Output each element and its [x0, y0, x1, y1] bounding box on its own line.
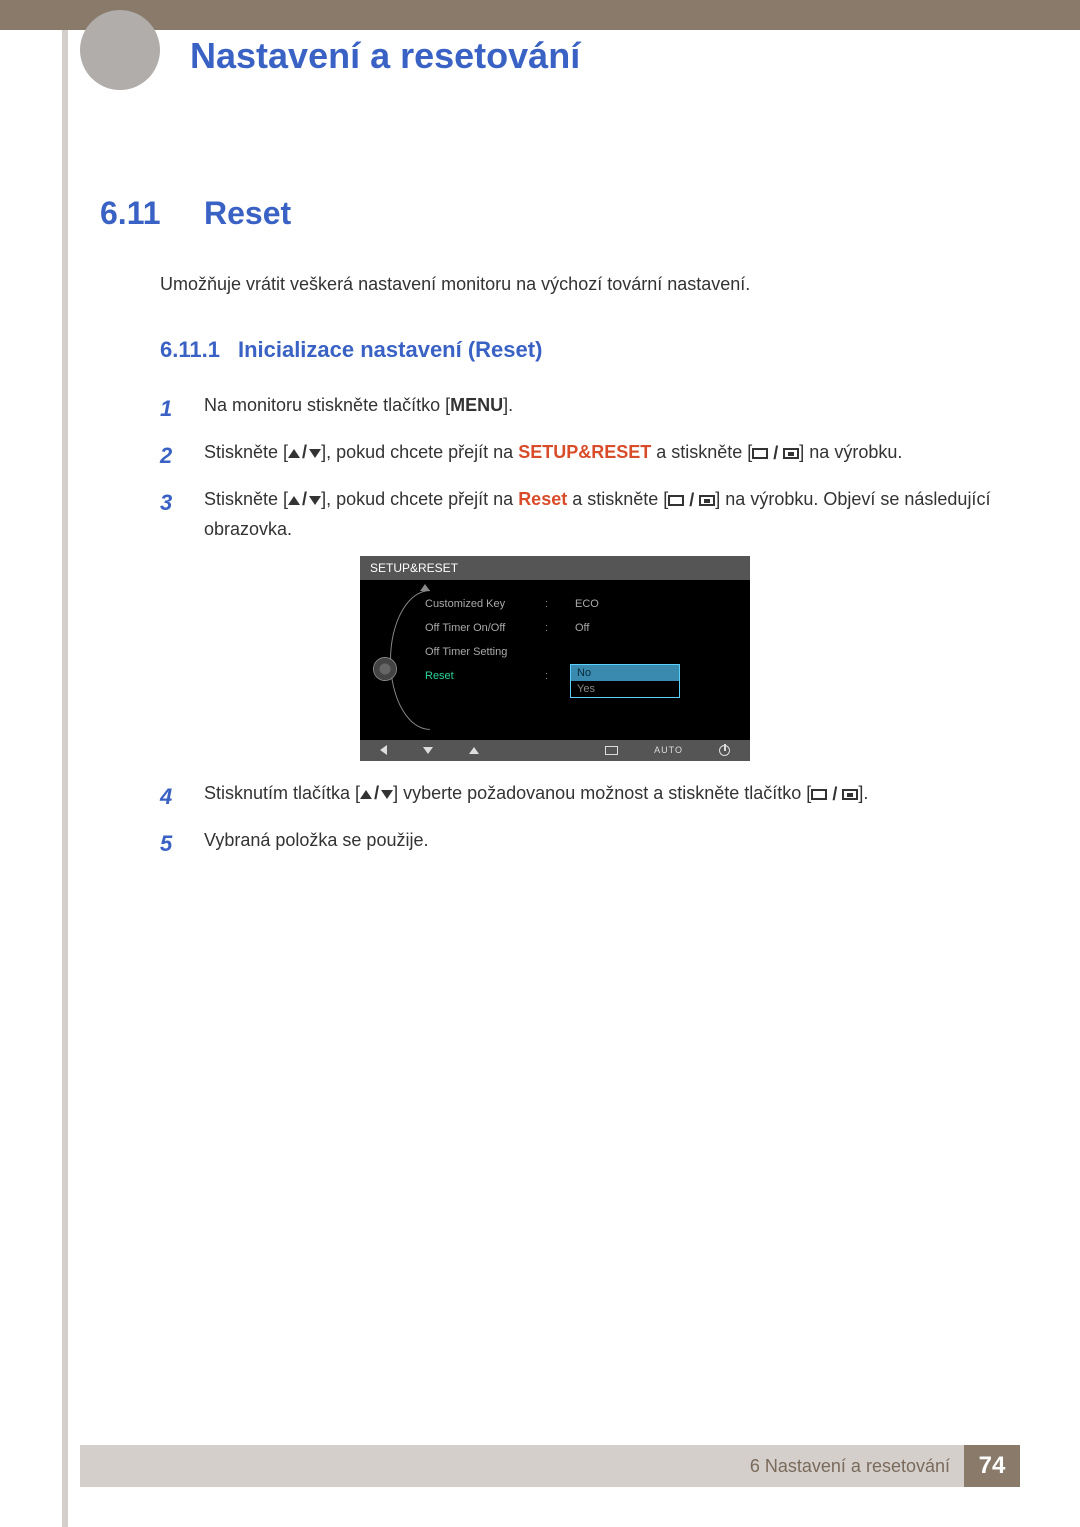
text: ] na výrobku. — [799, 442, 902, 462]
arrow-down-icon — [381, 790, 393, 799]
osd-label: Off Timer Setting — [425, 646, 545, 658]
osd-sep — [545, 646, 575, 658]
subsection-title: Inicializace nastavení (Reset) — [238, 337, 542, 363]
chapter-badge-icon — [80, 10, 160, 90]
osd-panel: SETUP&RESET Customized Key : ECO — [360, 556, 750, 761]
arrow-up-icon — [288, 496, 300, 505]
step-4: 4 Stisknutím tlačítka [/] vyberte požado… — [160, 779, 1000, 814]
osd-label: Customized Key — [425, 598, 545, 610]
subsection-heading: 6.11.1 Inicializace nastavení (Reset) — [160, 337, 1000, 363]
rect-icon — [811, 789, 827, 800]
step-number: 5 — [160, 826, 184, 861]
rect-in-icon — [783, 448, 799, 459]
arrow-down-icon — [309, 496, 321, 505]
step-text: Stisknutím tlačítka [/] vyberte požadova… — [204, 779, 1000, 814]
osd-footer: AUTO — [360, 740, 750, 761]
osd-sep: : — [545, 670, 575, 682]
rect-in-icon — [842, 789, 858, 800]
chapter-title: Nastavení a resetování — [190, 35, 580, 77]
steps-list: 1 Na monitoru stiskněte tlačítko [MENU].… — [160, 391, 1000, 861]
enter-button-icon — [605, 746, 618, 755]
step-number: 1 — [160, 391, 184, 426]
text: ]. — [503, 395, 513, 415]
step-text: Vybraná položka se použije. — [204, 826, 1000, 861]
rect-icon — [668, 495, 684, 506]
arrow-up-icon — [288, 449, 300, 458]
osd-label-reset: Reset — [425, 670, 545, 682]
section-title: Reset — [204, 195, 291, 232]
osd-screenshot: SETUP&RESET Customized Key : ECO — [360, 556, 750, 761]
osd-value: Off — [575, 622, 589, 634]
text: ]. — [858, 783, 868, 803]
osd-left — [360, 580, 415, 740]
text: Stiskněte [ — [204, 442, 288, 462]
top-bar — [0, 0, 1080, 30]
step-1: 1 Na monitoru stiskněte tlačítko [MENU]. — [160, 391, 1000, 426]
page-number: 74 — [964, 1445, 1020, 1487]
osd-row: Off Timer Setting — [425, 640, 750, 664]
osd-body: Customized Key : ECO Off Timer On/Off : … — [360, 580, 750, 740]
osd-sep: : — [545, 598, 575, 610]
osd-row: Customized Key : ECO — [425, 592, 750, 616]
text: ], pokud chcete přejít na — [321, 442, 518, 462]
up-button-icon — [469, 747, 479, 754]
arrow-down-icon — [309, 449, 321, 458]
osd-label: Off Timer On/Off — [425, 622, 545, 634]
side-bar — [62, 30, 68, 1527]
rect-icon — [752, 448, 768, 459]
enter-button-icon: / — [752, 439, 799, 468]
enter-button-icon: / — [811, 780, 858, 809]
section-heading: 6.11 Reset — [100, 195, 1000, 232]
osd-items: Customized Key : ECO Off Timer On/Off : … — [415, 580, 750, 740]
step-text: Stiskněte [ / ], pokud chcete přejít na Re… — [204, 485, 1000, 543]
step-text: Na monitoru stiskněte tlačítko [MENU]. — [204, 391, 1000, 426]
step-5: 5 Vybraná položka se použije. — [160, 826, 1000, 861]
text: a stiskněte [ — [567, 489, 668, 509]
osd-sep: : — [545, 622, 575, 634]
footer-bar: 6 Nastavení a resetování 74 — [80, 1445, 1020, 1487]
section-description: Umožňuje vrátit veškerá nastavení monito… — [160, 274, 1000, 295]
rect-in-icon — [699, 495, 715, 506]
footer-chapter-label: 6 Nastavení a resetování — [750, 1445, 964, 1487]
text: Stiskněte [ — [204, 489, 288, 509]
text: ] vyberte požadovanou možnost a stisknět… — [393, 783, 811, 803]
target-highlight: SETUP&RESET — [518, 442, 651, 462]
slash: / — [302, 442, 307, 462]
gear-icon — [374, 658, 396, 680]
section-number: 6.11 — [100, 195, 180, 232]
osd-value: ECO — [575, 598, 599, 610]
step-number: 3 — [160, 485, 184, 543]
step-number: 4 — [160, 779, 184, 814]
step-3: 3 Stiskněte [ / ], pokud chcete přejít na … — [160, 485, 1000, 543]
back-button-icon — [380, 745, 387, 755]
slash: / — [374, 783, 379, 803]
osd-select-box: No Yes — [570, 664, 680, 698]
auto-label: AUTO — [654, 745, 683, 755]
slash: / — [302, 489, 307, 509]
subsection-number: 6.11.1 — [160, 337, 220, 363]
menu-label: MENU — [450, 395, 503, 415]
arrow-up-icon — [360, 790, 372, 799]
content: 6.11 Reset Umožňuje vrátit veškerá nasta… — [100, 195, 1000, 873]
power-icon — [719, 745, 730, 756]
down-button-icon — [423, 747, 433, 754]
text: Stisknutím tlačítka [ — [204, 783, 360, 803]
osd-header: SETUP&RESET — [360, 556, 750, 580]
step-2: 2 Stiskněte [ / ], pokud chcete přejít na … — [160, 438, 1000, 473]
osd-row: Off Timer On/Off : Off — [425, 616, 750, 640]
text: a stiskněte [ — [651, 442, 752, 462]
osd-option-no: No — [571, 665, 679, 681]
text: Na monitoru stiskněte tlačítko [ — [204, 395, 450, 415]
arrow-up-icon — [420, 584, 430, 591]
enter-button-icon: / — [668, 486, 715, 515]
text: ], pokud chcete přejít na — [321, 489, 518, 509]
step-number: 2 — [160, 438, 184, 473]
osd-option-yes: Yes — [571, 681, 679, 697]
step-text: Stiskněte [ / ], pokud chcete přejít na SE… — [204, 438, 1000, 473]
target-highlight: Reset — [518, 489, 567, 509]
